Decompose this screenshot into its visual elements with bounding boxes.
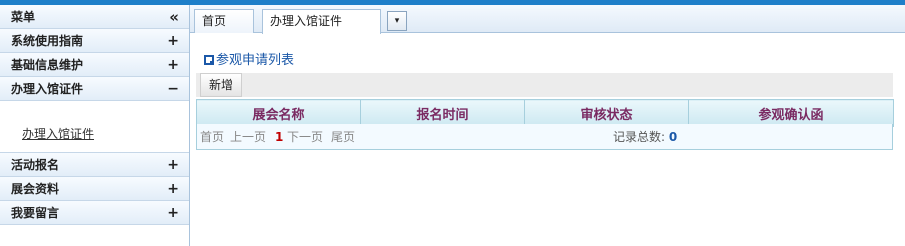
sidebar-item-exhibition-info[interactable]: 展会资料 +	[0, 177, 189, 201]
application-table: 展会名称 报名时间 审核状态 参观确认函	[196, 99, 894, 127]
sidebar-header[interactable]: 菜单 «	[0, 5, 189, 29]
sidebar-item-label: 基础信息维护	[11, 58, 84, 72]
column-header-review-status: 审核状态	[524, 99, 689, 127]
collapse-minus-icon: −	[167, 81, 179, 97]
record-total-value: 0	[668, 130, 678, 144]
main-content: 参观申请列表 新增 展会名称 报名时间 审核状态 参观确认函 首页 上一页 1 …	[190, 33, 905, 246]
submenu-link-entry-pass[interactable]: 办理入馆证件	[22, 125, 94, 142]
expand-icon: +	[167, 205, 179, 221]
column-header-exhibition: 展会名称	[196, 99, 361, 127]
table-header-row: 展会名称 报名时间 审核状态 参观确认函	[196, 99, 894, 127]
list-title-text: 参观申请列表	[216, 53, 295, 68]
chevron-down-icon: ▾	[394, 16, 400, 26]
sidebar-item-label: 我要留言	[11, 206, 60, 220]
tab-bar: 首页 办理入馆证件 ▾	[190, 5, 905, 34]
sidebar-item-entry-pass[interactable]: 办理入馆证件 −	[0, 77, 189, 101]
add-button[interactable]: 新增	[200, 73, 243, 97]
pager-current: 1	[275, 130, 284, 144]
sidebar-item-message[interactable]: 我要留言 +	[0, 201, 189, 225]
collapse-icon[interactable]: «	[169, 5, 179, 29]
record-total: 记录总数: 0	[613, 124, 677, 150]
expand-icon: +	[167, 57, 179, 73]
tab-home[interactable]: 首页	[194, 9, 254, 33]
sidebar-item-label: 展会资料	[11, 182, 60, 196]
sidebar-item-label: 系统使用指南	[11, 34, 84, 48]
pager: 首页 上一页 1 下一页 尾页 记录总数: 0	[196, 124, 893, 150]
sidebar-item-guide[interactable]: 系统使用指南 +	[0, 29, 189, 53]
list-title[interactable]: 参观申请列表	[204, 49, 294, 68]
pager-first[interactable]: 首页	[200, 124, 224, 150]
expand-icon: +	[167, 33, 179, 49]
expand-icon: +	[167, 181, 179, 197]
sidebar-submenu: 办理入馆证件	[0, 101, 189, 153]
sidebar-header-label: 菜单	[11, 10, 36, 24]
list-icon	[204, 55, 214, 65]
column-header-confirmation: 参观确认函	[688, 99, 894, 127]
toolbar: 新增	[196, 73, 893, 97]
sidebar-menu: 菜单 « 系统使用指南 + 基础信息维护 + 办理入馆证件 − 办理入馆证件 活…	[0, 5, 190, 246]
sidebar-item-basic-info[interactable]: 基础信息维护 +	[0, 53, 189, 77]
pager-next[interactable]: 下一页	[287, 124, 323, 150]
pager-last[interactable]: 尾页	[331, 124, 355, 150]
record-total-label: 记录总数:	[613, 130, 666, 144]
pager-prev[interactable]: 上一页	[230, 124, 266, 150]
tab-dropdown-button[interactable]: ▾	[387, 11, 407, 31]
tab-entry-pass[interactable]: 办理入馆证件	[262, 9, 381, 34]
column-header-signup-time: 报名时间	[360, 99, 525, 127]
expand-icon: +	[167, 157, 179, 173]
sidebar-item-activity-signup[interactable]: 活动报名 +	[0, 153, 189, 177]
sidebar-item-label: 活动报名	[11, 158, 60, 172]
sidebar-item-label: 办理入馆证件	[11, 82, 84, 96]
